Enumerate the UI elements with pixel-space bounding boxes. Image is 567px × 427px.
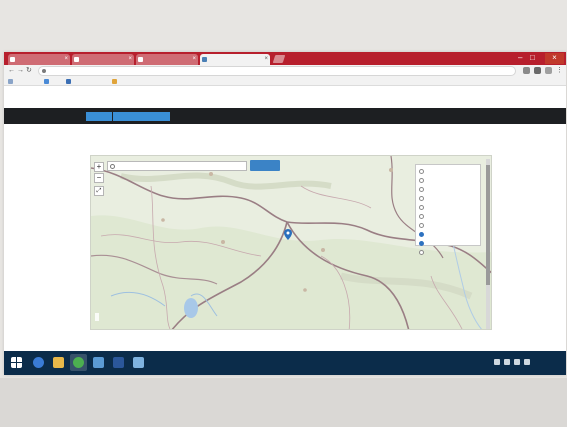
address-bar[interactable] bbox=[38, 66, 516, 76]
taskbar-app[interactable] bbox=[30, 354, 47, 371]
ie-icon bbox=[33, 357, 44, 368]
extension-icon[interactable] bbox=[523, 67, 530, 74]
minimize-icon[interactable]: – bbox=[518, 53, 522, 63]
interactive-map[interactable]: + − ⤢ bbox=[90, 155, 492, 330]
map-attribution bbox=[95, 313, 99, 321]
browser-tab[interactable]: × bbox=[136, 54, 198, 65]
radio-icon[interactable] bbox=[419, 196, 424, 201]
taskbar-app[interactable] bbox=[50, 354, 67, 371]
taskbar-app[interactable] bbox=[90, 354, 107, 371]
nav-item-dropdown[interactable] bbox=[113, 112, 170, 121]
zoom-in-button[interactable]: + bbox=[94, 162, 104, 172]
profile-icon[interactable] bbox=[545, 67, 552, 74]
windows-icon bbox=[11, 357, 22, 368]
volume-icon[interactable] bbox=[514, 359, 520, 365]
taskbar-app[interactable] bbox=[110, 354, 127, 371]
taskbar-app[interactable] bbox=[70, 354, 87, 371]
layer-option[interactable] bbox=[419, 203, 477, 212]
radio-icon[interactable] bbox=[419, 241, 424, 246]
layer-option[interactable] bbox=[419, 194, 477, 203]
browser-tab-active[interactable]: × bbox=[200, 54, 270, 65]
layer-option[interactable] bbox=[419, 167, 477, 176]
layer-option[interactable] bbox=[419, 212, 477, 221]
bookmark-icon bbox=[44, 79, 49, 84]
layer-option[interactable] bbox=[419, 221, 477, 230]
radio-icon[interactable] bbox=[419, 205, 424, 210]
layer-option[interactable] bbox=[419, 176, 477, 185]
radio-icon[interactable] bbox=[419, 232, 424, 237]
radio-icon[interactable] bbox=[419, 178, 424, 183]
window-close-icon[interactable]: × bbox=[545, 53, 564, 64]
search-icon bbox=[110, 164, 115, 169]
layer-option[interactable] bbox=[419, 239, 477, 248]
browser-tab[interactable]: × bbox=[8, 54, 70, 65]
favicon-icon bbox=[202, 57, 207, 62]
radio-icon[interactable] bbox=[419, 169, 424, 174]
media-icon bbox=[93, 357, 104, 368]
map-layer-panel bbox=[415, 164, 481, 255]
tray-arrow-icon[interactable] bbox=[494, 359, 500, 365]
nav-item[interactable] bbox=[174, 112, 222, 121]
maximize-icon[interactable]: □ bbox=[530, 53, 535, 63]
bookmark-icon bbox=[66, 79, 71, 84]
nav-item-home[interactable] bbox=[86, 112, 112, 121]
forward-icon[interactable]: → bbox=[17, 66, 24, 76]
layer-option[interactable] bbox=[419, 230, 477, 239]
lock-icon bbox=[42, 69, 46, 73]
scrollbar-thumb[interactable] bbox=[486, 165, 490, 285]
apps-icon bbox=[8, 79, 13, 84]
back-icon[interactable]: ← bbox=[8, 66, 15, 76]
start-button[interactable] bbox=[8, 354, 25, 371]
desktop-screen: × × × × – □ × ← → ↻ ⋮ + − ⤢ bbox=[4, 52, 566, 375]
radio-icon[interactable] bbox=[419, 214, 424, 219]
folder-icon bbox=[53, 357, 64, 368]
nav-item[interactable] bbox=[225, 112, 251, 121]
extension-icon[interactable] bbox=[534, 67, 541, 74]
windows-taskbar bbox=[4, 351, 566, 375]
site-navbar bbox=[4, 108, 566, 124]
favicon-icon bbox=[10, 57, 15, 62]
language-icon[interactable] bbox=[524, 359, 530, 365]
favicon-icon bbox=[138, 57, 143, 62]
close-icon[interactable]: × bbox=[264, 54, 268, 65]
reload-icon[interactable]: ↻ bbox=[26, 66, 32, 76]
layer-option[interactable] bbox=[419, 248, 477, 257]
radio-icon[interactable] bbox=[419, 223, 424, 228]
zoom-out-button[interactable]: − bbox=[94, 173, 104, 183]
fullscreen-icon[interactable]: ⤢ bbox=[94, 186, 104, 196]
new-tab-button[interactable] bbox=[272, 55, 286, 63]
radio-icon[interactable] bbox=[419, 187, 424, 192]
taskbar-app[interactable] bbox=[130, 354, 147, 371]
network-icon[interactable] bbox=[504, 359, 510, 365]
bookmarks-bar bbox=[4, 77, 566, 86]
browser-toolbar: ← → ↻ ⋮ bbox=[4, 65, 566, 77]
map-find-button[interactable] bbox=[250, 160, 280, 171]
bookmark-icon bbox=[112, 79, 117, 84]
web-page: + − ⤢ bbox=[4, 86, 566, 351]
layer-option[interactable] bbox=[419, 185, 477, 194]
close-icon[interactable]: × bbox=[192, 54, 196, 65]
chrome-icon bbox=[73, 357, 84, 368]
background-surface bbox=[0, 378, 567, 427]
map-search-input[interactable] bbox=[107, 161, 247, 171]
map-scrollbar[interactable] bbox=[486, 159, 490, 329]
close-icon[interactable]: × bbox=[64, 54, 68, 65]
browser-tab[interactable]: × bbox=[72, 54, 134, 65]
browser-tab-strip: × × × × – □ × bbox=[4, 52, 566, 65]
app-icon bbox=[133, 357, 144, 368]
close-icon[interactable]: × bbox=[128, 54, 132, 65]
map-marker-icon[interactable] bbox=[284, 229, 292, 240]
favicon-icon bbox=[74, 57, 79, 62]
menu-icon[interactable]: ⋮ bbox=[556, 66, 563, 76]
radio-icon[interactable] bbox=[419, 250, 424, 255]
nav-item[interactable] bbox=[254, 112, 306, 121]
word-icon bbox=[113, 357, 124, 368]
